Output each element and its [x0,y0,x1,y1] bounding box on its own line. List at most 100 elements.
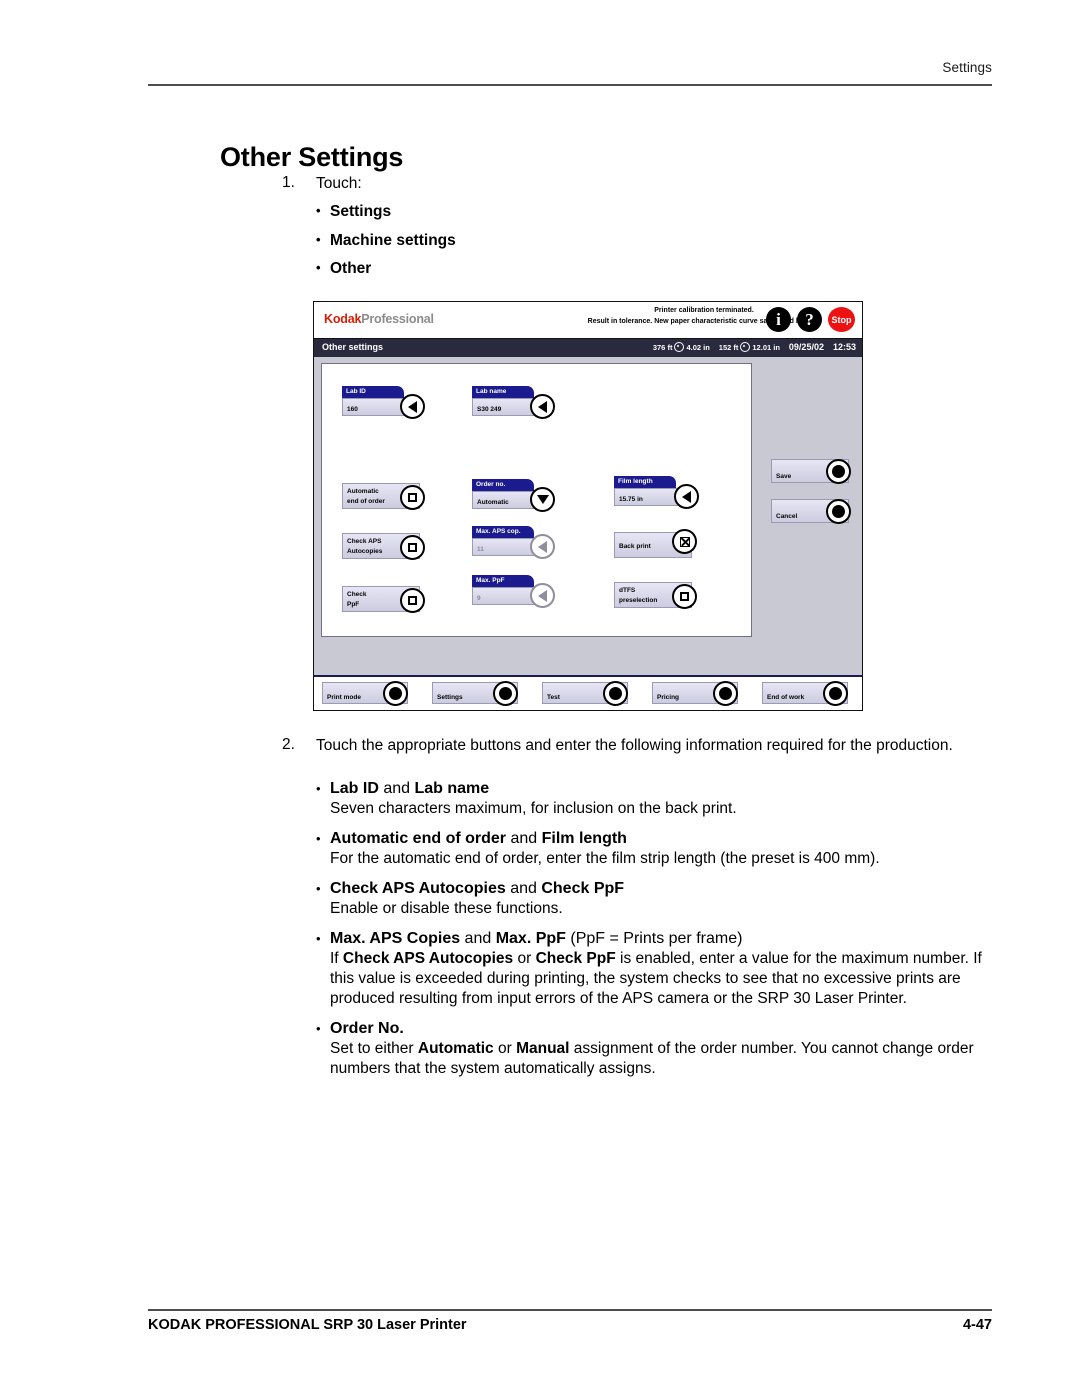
field-lab-id-value: 160 [347,406,358,413]
checkbox-unchecked-icon[interactable] [400,535,425,560]
nav-test[interactable]: Test [542,681,628,706]
term-1: Lab ID [330,780,379,797]
step-2-text: Touch the appropriate buttons and enter … [316,737,953,754]
field-order-no[interactable]: Order no. Automatic [472,479,555,512]
help-icon[interactable]: ? [797,307,822,332]
body-term-2: Manual [516,1040,570,1058]
filled-circle-icon[interactable] [603,681,628,706]
nav-pricing[interactable]: Pricing [652,681,738,706]
screenshot-body: Lab ID 160 Lab name S30 249 Automatic en… [314,357,862,675]
field-max-aps-copies-value: 11 [477,546,484,553]
label-line-2: end of order [347,498,385,506]
field-max-ppf[interactable]: Max. PpF 9 [472,575,555,608]
field-dtfs-preselection[interactable]: dTFS preselection [614,582,697,609]
nav-test-label: Test [547,694,560,701]
arrow-left-icon[interactable] [400,394,425,419]
detail-body: Set to either Automatic or Manual assign… [330,1039,988,1079]
filled-circle-icon[interactable] [493,681,518,706]
bullet-icon: • [316,781,321,796]
printer-ui-screenshot: KodakProfessional Printer calibration te… [313,301,863,711]
field-automatic-end-of-order-label: Automatic end of order [347,487,385,507]
term-2: Max. PpF [495,929,566,947]
conjunction: and [506,829,542,847]
label-line-1: Automatic [347,488,379,495]
step-1-bullet-list: • Settings • Machine settings • Other [316,202,456,288]
detail-body: If Check APS Autocopies or Check PpF is … [330,949,988,1009]
status-time: 12:53 [832,342,856,352]
label-line-1: Back print [619,543,651,550]
step-2-detail-list: • Lab ID and Lab name Seven characters m… [316,780,988,1090]
screenshot-titlebar: KodakProfessional Printer calibration te… [314,302,862,339]
nav-print-mode-label: Print mode [327,694,361,701]
arrow-left-icon[interactable] [530,583,555,608]
reel-1-feet: 376 ft [652,342,673,352]
body-term-1: Check APS Autocopies [342,949,514,967]
screen-title: Other settings [322,342,384,352]
info-icon[interactable]: i [766,307,791,332]
checkbox-checked-icon[interactable] [672,529,697,554]
nav-print-mode[interactable]: Print mode [322,681,408,706]
bullet-icon: • [316,231,321,247]
stop-button[interactable]: Stop [828,307,855,332]
detail-lead: • Check APS Autocopies and Check PpF [316,880,988,899]
list-item: • Order No. Set to either Automatic or M… [316,1020,988,1079]
nav-settings[interactable]: Settings [432,681,518,706]
save-button-label: Save [776,473,792,480]
term-2: Film length [541,829,627,847]
field-max-aps-copies[interactable]: Max. APS cop. 11 [472,526,555,559]
field-dtfs-preselection-label: dTFS preselection [619,586,657,606]
filled-circle-icon[interactable] [383,681,408,706]
term-1: Max. APS Copies [330,929,461,947]
step-2: 2. Touch the appropriate buttons and ent… [282,736,982,756]
checkbox-unchecked-icon[interactable] [400,588,425,613]
filled-circle-icon[interactable] [826,499,851,524]
checkbox-unchecked-icon[interactable] [672,584,697,609]
professional-wordmark: Professional [361,312,434,326]
kodak-logo: KodakProfessional [324,312,434,326]
field-max-aps-copies-caption: Max. APS cop. [472,526,534,538]
checkbox-unchecked-icon[interactable] [400,485,425,510]
field-max-ppf-caption: Max. PpF [472,575,534,587]
field-automatic-end-of-order[interactable]: Automatic end of order [342,483,425,510]
bullet-label: Other [330,260,372,278]
save-button[interactable]: Save [771,459,851,484]
term-2: Check PpF [541,879,625,897]
field-film-length[interactable]: Film length 15.75 in [614,476,699,509]
nav-end-of-work[interactable]: End of work [762,681,848,706]
detail-lead-text: Check APS Autocopies and Check PpF [330,880,624,899]
field-film-length-value: 15.75 in [619,496,643,503]
page-number: 4-47 [962,1317,992,1333]
step-2-number: 2. [282,736,295,753]
nav-end-of-work-label: End of work [767,694,805,701]
detail-lead-text: Lab ID and Lab name [330,780,489,799]
cancel-button[interactable]: Cancel [771,499,851,524]
arrow-left-icon[interactable] [530,394,555,419]
field-back-print[interactable]: Back print [614,529,697,558]
field-lab-id-caption: Lab ID [342,386,404,398]
label-line-1: Check [347,591,367,598]
field-lab-id[interactable]: Lab ID 160 [342,386,425,419]
body-part-2: or [513,949,536,967]
detail-body: Seven characters maximum, for inclusion … [330,799,737,817]
filled-circle-icon[interactable] [823,681,848,706]
arrow-left-icon[interactable] [530,534,555,559]
field-order-no-value: Automatic [477,499,509,506]
bullet-icon: • [316,1021,321,1037]
field-check-ppf[interactable]: Check PpF [342,586,425,613]
filled-circle-icon[interactable] [713,681,738,706]
bullet-icon: • [316,203,321,218]
reel-1-inches: 4.02 in [686,342,710,352]
kodak-wordmark: Kodak [324,312,362,326]
field-check-aps-autocopies[interactable]: Check APS Autocopies [342,533,425,560]
screenshot-status-bar: Other settings 376 ft 4.02 in 152 ft 12.… [314,339,862,357]
list-item: • Check APS Autocopies and Check PpF Ena… [316,880,988,919]
footer-divider [148,1309,992,1311]
field-lab-name[interactable]: Lab name S30 249 [472,386,555,419]
arrow-down-icon[interactable] [530,487,555,512]
status-readouts: 376 ft 4.02 in 152 ft 12.01 in 09/25/02 … [653,342,856,352]
arrow-left-icon[interactable] [674,484,699,509]
filled-circle-icon[interactable] [826,459,851,484]
screenshot-bottom-nav: Print mode Settings Test Pricing End of … [314,675,862,709]
term-1: Automatic end of order [330,829,507,847]
nav-settings-label: Settings [437,694,463,701]
